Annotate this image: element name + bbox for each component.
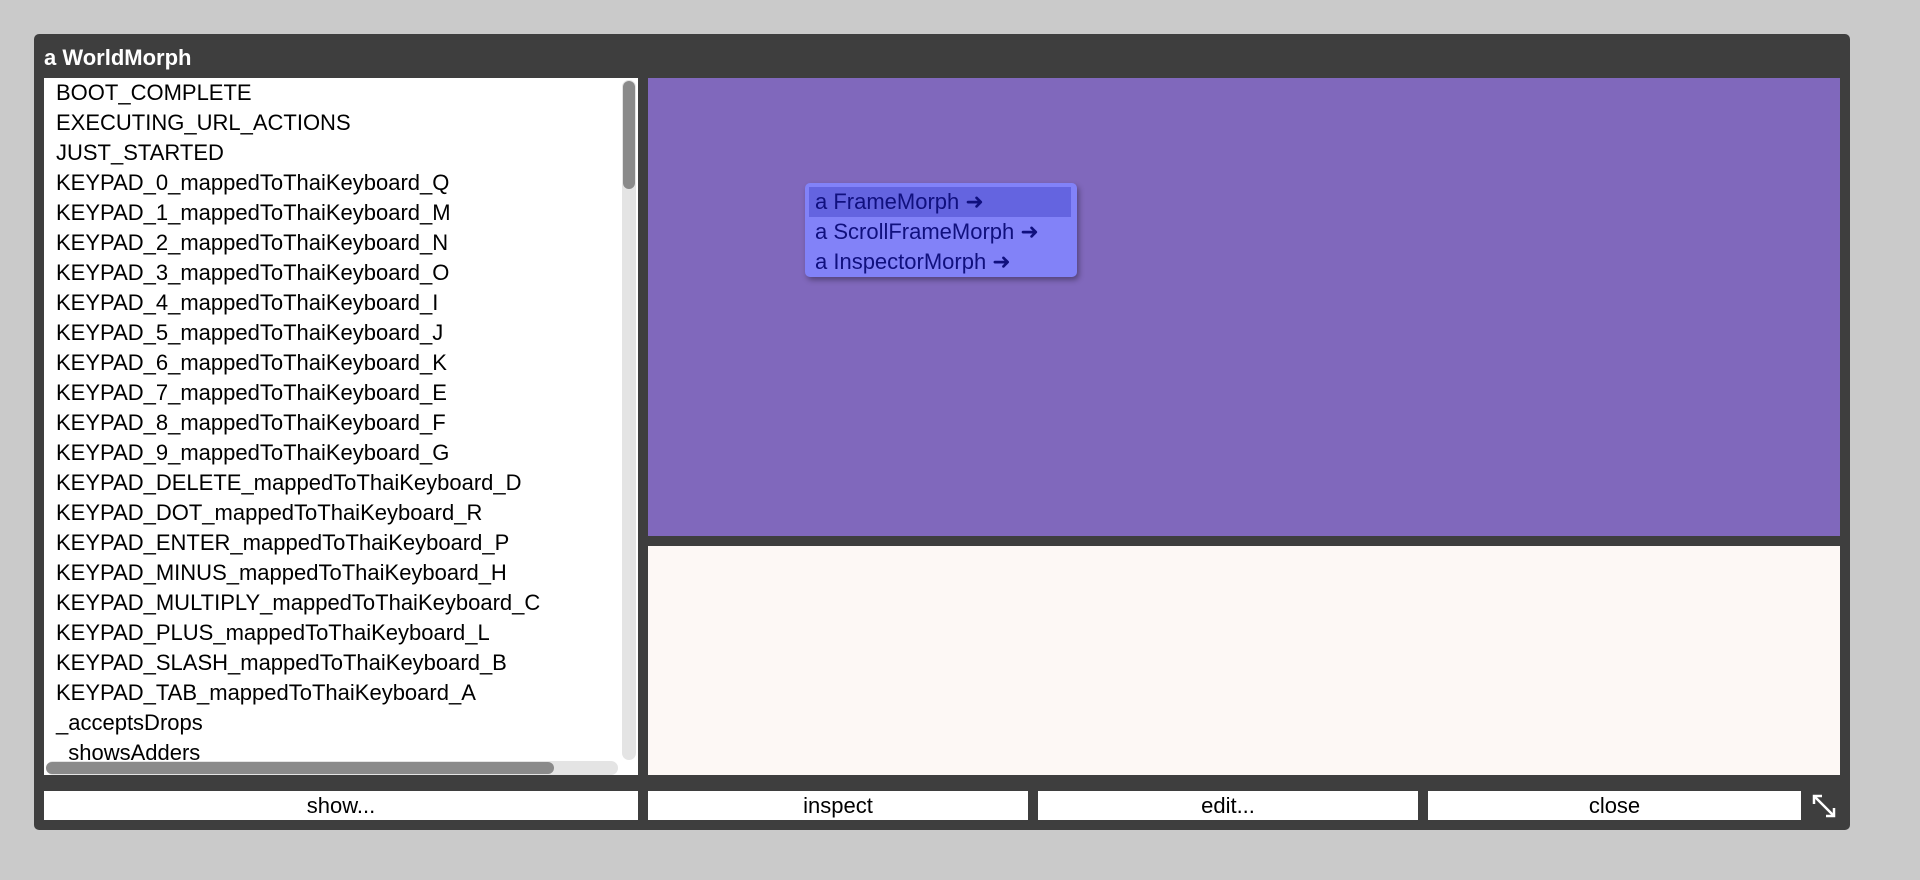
menu-item-inspector-morph[interactable]: a InspectorMorph ➜ (809, 247, 1011, 277)
menu-item-frame-morph[interactable]: a FrameMorph ➜ (809, 187, 1071, 217)
list-item[interactable]: KEYPAD_MINUS_mappedToThaiKeyboard_H (56, 558, 540, 588)
show-button[interactable]: show... (44, 791, 638, 820)
list-item[interactable]: KEYPAD_6_mappedToThaiKeyboard_K (56, 348, 540, 378)
value-detail-pane[interactable] (648, 546, 1840, 775)
list-item[interactable]: KEYPAD_0_mappedToThaiKeyboard_Q (56, 168, 540, 198)
list-item[interactable]: KEYPAD_1_mappedToThaiKeyboard_M (56, 198, 540, 228)
inspect-button[interactable]: inspect (648, 791, 1028, 820)
list-item[interactable]: KEYPAD_ENTER_mappedToThaiKeyboard_P (56, 528, 540, 558)
window-title: a WorldMorph (44, 45, 192, 70)
close-button[interactable]: close (1428, 791, 1801, 820)
value-preview-pane[interactable] (648, 78, 1840, 536)
vertical-scrollbar-thumb[interactable] (623, 81, 635, 189)
list-item[interactable]: KEYPAD_3_mappedToThaiKeyboard_O (56, 258, 540, 288)
list-item[interactable]: KEYPAD_9_mappedToThaiKeyboard_G (56, 438, 540, 468)
list-item[interactable]: KEYPAD_PLUS_mappedToThaiKeyboard_L (56, 618, 540, 648)
list-item[interactable]: KEYPAD_DELETE_mappedToThaiKeyboard_D (56, 468, 540, 498)
property-list-pane[interactable]: BOOT_COMPLETE EXECUTING_URL_ACTIONS JUST… (44, 78, 638, 775)
list-item[interactable]: KEYPAD_TAB_mappedToThaiKeyboard_A (56, 678, 540, 708)
list-item[interactable]: BOOT_COMPLETE (56, 78, 540, 108)
list-item[interactable]: EXECUTING_URL_ACTIONS (56, 108, 540, 138)
list-item[interactable]: KEYPAD_7_mappedToThaiKeyboard_E (56, 378, 540, 408)
horizontal-scrollbar-thumb[interactable] (46, 762, 554, 774)
edit-button[interactable]: edit... (1038, 791, 1418, 820)
list-item[interactable]: KEYPAD_DOT_mappedToThaiKeyboard_R (56, 498, 540, 528)
menu-item-scroll-frame-morph[interactable]: a ScrollFrameMorph ➜ (809, 217, 1039, 247)
list-item[interactable]: KEYPAD_2_mappedToThaiKeyboard_N (56, 228, 540, 258)
list-item[interactable]: KEYPAD_SLASH_mappedToThaiKeyboard_B (56, 648, 540, 678)
property-list: BOOT_COMPLETE EXECUTING_URL_ACTIONS JUST… (56, 78, 540, 768)
list-item[interactable]: KEYPAD_4_mappedToThaiKeyboard_I (56, 288, 540, 318)
inspector-window[interactable]: a WorldMorph BOOT_COMPLETE EXECUTING_URL… (34, 34, 1850, 830)
resize-diagonal-icon[interactable] (1810, 792, 1838, 820)
list-item[interactable]: JUST_STARTED (56, 138, 540, 168)
list-item[interactable]: KEYPAD_8_mappedToThaiKeyboard_F (56, 408, 540, 438)
list-item[interactable]: _acceptsDrops (56, 708, 540, 738)
list-item[interactable]: KEYPAD_MULTIPLY_mappedToThaiKeyboard_C (56, 588, 540, 618)
list-item[interactable]: KEYPAD_5_mappedToThaiKeyboard_J (56, 318, 540, 348)
popup-menu: a FrameMorph ➜ a ScrollFrameMorph ➜ a In… (805, 183, 1077, 277)
